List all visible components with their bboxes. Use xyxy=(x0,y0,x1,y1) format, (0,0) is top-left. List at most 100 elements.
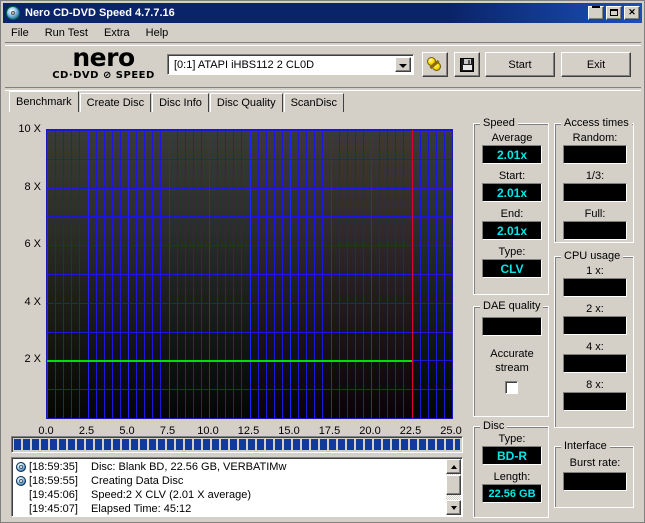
chart-plot-area xyxy=(46,129,453,419)
tab-scandisc[interactable]: ScanDisc xyxy=(283,93,345,112)
disc-icon xyxy=(14,461,28,473)
accurate-stream-label-1: Accurate xyxy=(490,348,534,360)
dae-quality-legend: DAE quality xyxy=(480,300,544,312)
log-scrollbar[interactable] xyxy=(446,459,461,515)
maximize-button[interactable] xyxy=(606,6,622,20)
log-row[interactable]: [18:59:35] Disc: Blank BD, 22.56 GB, VERB… xyxy=(12,460,462,474)
drive-select-value: [0:1] ATAPI iHBS112 2 CL0D xyxy=(174,58,315,71)
log-message: Disc: Blank BD, 22.56 GB, VERBATIMw xyxy=(91,461,287,473)
speed-type-value: CLV xyxy=(482,259,542,278)
disc-panel-legend: Disc xyxy=(480,420,508,432)
eject-disc-icon xyxy=(427,56,443,73)
menu-bar: File Run Test Extra Help xyxy=(3,24,642,42)
log-row-spacer xyxy=(14,489,28,501)
disc-panel: Disc Type: BD-R Length: 22.56 GB xyxy=(473,420,549,518)
cpu-8x-value xyxy=(563,392,627,411)
chart-gridline-h xyxy=(47,303,452,304)
cpu-2x-label: 2 x: xyxy=(586,303,604,315)
disc-icon xyxy=(14,475,28,487)
scrollbar-thumb[interactable] xyxy=(446,475,461,495)
chart-gridline-h xyxy=(47,130,452,131)
start-button[interactable]: Start xyxy=(485,52,555,77)
disc-length-value: 22.56 GB xyxy=(482,484,542,503)
burst-rate-label: Burst rate: xyxy=(569,457,621,469)
cpu-usage-legend: CPU usage xyxy=(561,250,624,262)
menu-item-extra[interactable]: Extra xyxy=(96,26,138,40)
disc-type-value: BD-R xyxy=(482,446,542,465)
logo-wordmark: nero xyxy=(72,43,135,72)
benchmark-chart: 2 X4 X6 X8 X 10 X 0.0 2.5 5.0 7.5 10.0 12.5 15.… xyxy=(7,114,467,437)
access-full-label: Full: xyxy=(584,208,606,220)
chart-gridline-h xyxy=(47,418,452,419)
tab-bar: Benchmark Create Disc Disc Info Disc Qua… xyxy=(9,91,345,112)
cpu-usage-panel: CPU usage 1 x: 2 x: 4 x: 8 x: xyxy=(554,250,634,428)
chevron-down-icon[interactable] xyxy=(395,57,411,72)
scroll-up-button[interactable] xyxy=(446,459,461,474)
disc-type-label: Type: xyxy=(498,433,526,445)
chart-y-tick: 10 X xyxy=(18,123,41,135)
app-window: Nero CD-DVD Speed 4.7.7.16 ✕ File Run Te… xyxy=(0,0,645,523)
disc-icon xyxy=(5,5,21,21)
log-list[interactable]: [18:59:35] Disc: Blank BD, 22.56 GB, VERB… xyxy=(11,457,463,517)
chart-y-tick: 6 X xyxy=(24,238,41,251)
cpu-8x-label: 8 x: xyxy=(586,379,604,391)
cpu-1x-value xyxy=(563,278,627,297)
interface-panel-legend: Interface xyxy=(561,440,610,452)
burst-rate-value xyxy=(563,472,627,491)
drive-select[interactable]: [0:1] ATAPI iHBS112 2 CL0D xyxy=(167,54,414,75)
chart-gridline-h xyxy=(47,274,452,275)
speed-start-value: 2.01x xyxy=(482,183,542,202)
disc-length-label: Length: xyxy=(493,471,531,483)
chart-y-tick: 8 X xyxy=(24,180,41,193)
progress-bar xyxy=(11,436,463,453)
tab-create-disc[interactable]: Create Disc xyxy=(79,93,152,112)
scroll-down-button[interactable] xyxy=(446,500,461,515)
log-timestamp: [18:59:35] xyxy=(29,461,78,473)
menu-item-run-test[interactable]: Run Test xyxy=(37,26,96,40)
tab-benchmark[interactable]: Benchmark xyxy=(9,91,79,112)
accurate-stream-checkbox[interactable] xyxy=(505,381,518,394)
access-full-value xyxy=(563,221,627,240)
speed-average-label: Average xyxy=(491,132,533,144)
log-timestamp: [18:59:55] xyxy=(29,475,78,487)
cpu-2x-value xyxy=(563,316,627,335)
floppy-save-icon xyxy=(460,57,474,72)
eject-button[interactable] xyxy=(422,52,448,77)
log-row[interactable]: [19:45:06] Speed:2 X CLV (2.01 X average) xyxy=(12,488,462,502)
tab-disc-info[interactable]: Disc Info xyxy=(152,93,209,112)
log-row[interactable]: [18:59:55] Creating Data Disc xyxy=(12,474,462,488)
disc-end-marker-icon xyxy=(412,130,413,418)
accurate-stream-label-2: stream xyxy=(495,362,529,374)
log-timestamp: [19:45:07] xyxy=(29,503,78,515)
save-button[interactable] xyxy=(454,52,480,77)
close-button[interactable]: ✕ xyxy=(624,6,640,20)
speed-average-value: 2.01x xyxy=(482,145,542,164)
chart-gridline-v xyxy=(452,130,453,418)
speed-end-value: 2.01x xyxy=(482,221,542,240)
chart-gridline-h xyxy=(47,216,452,217)
chart-y-tick: 4 X xyxy=(24,295,41,308)
log-row[interactable]: [19:45:07] Elapsed Time: 45:12 xyxy=(12,502,462,516)
chart-series-write-speed xyxy=(47,360,412,362)
toolbar-divider-bottom xyxy=(5,87,641,91)
log-message: Elapsed Time: 45:12 xyxy=(91,503,192,515)
speed-type-label: Type: xyxy=(498,246,526,258)
menu-item-help[interactable]: Help xyxy=(138,26,177,40)
access-random-label: Random: xyxy=(572,132,618,144)
menu-item-file[interactable]: File xyxy=(3,26,37,40)
speed-start-label: Start: xyxy=(498,170,526,182)
cpu-4x-label: 4 x: xyxy=(586,341,604,353)
log-row-spacer xyxy=(14,503,28,515)
access-third-label: 1/3: xyxy=(585,170,605,182)
speed-end-label: End: xyxy=(500,208,524,220)
minimize-button[interactable] xyxy=(588,6,604,20)
chart-gridline-h xyxy=(47,389,452,390)
access-random-value xyxy=(563,145,627,164)
tab-disc-quality[interactable]: Disc Quality xyxy=(209,93,283,112)
chart-y-tick: 2 X xyxy=(24,353,41,366)
nero-logo: nero CD·DVD ⊘ SPEED xyxy=(46,43,161,84)
log-message: Speed:2 X CLV (2.01 X average) xyxy=(91,489,252,501)
exit-button[interactable]: Exit xyxy=(561,52,631,77)
chart-gridline-h xyxy=(47,245,452,246)
cpu-4x-value xyxy=(563,354,627,373)
